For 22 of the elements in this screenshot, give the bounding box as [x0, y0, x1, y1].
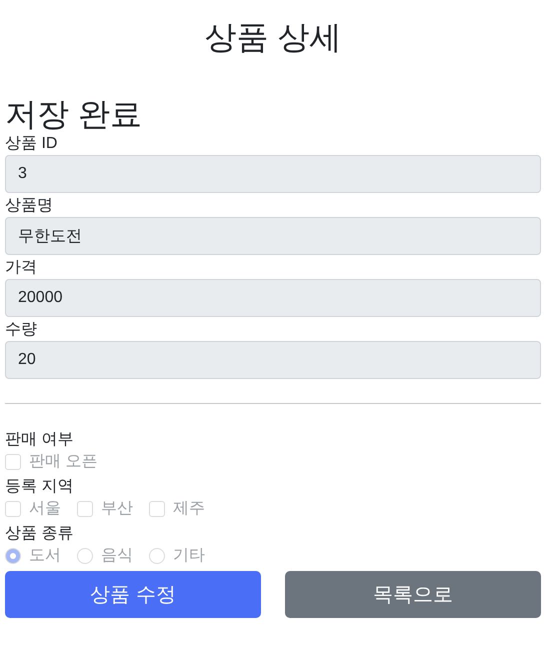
field-label: 가격	[5, 258, 38, 278]
option-label: 도서	[29, 546, 61, 566]
group-label: 등록 지역	[5, 477, 74, 497]
option-label: 서울	[29, 499, 61, 519]
input-field[interactable]: 20000	[5, 279, 541, 317]
input-field[interactable]: 3	[5, 155, 541, 193]
option-label: 기타	[173, 546, 205, 566]
field-label: 상품 ID	[5, 134, 58, 154]
page-title: 상품 상세	[204, 18, 342, 57]
secondary-button[interactable]: 목록으로	[285, 571, 541, 618]
primary-button[interactable]: 상품 수정	[5, 571, 261, 618]
option-label: 판매 오픈	[29, 452, 98, 472]
input-field[interactable]: 무한도전	[5, 217, 541, 255]
group-label: 상품 종류	[5, 524, 74, 544]
status-message: 저장 완료	[5, 95, 143, 133]
input-field[interactable]: 20	[5, 341, 541, 379]
field-label: 수량	[5, 320, 38, 340]
option-label: 음식	[101, 546, 133, 566]
option-label: 부산	[101, 499, 133, 519]
group-label: 판매 여부	[5, 430, 74, 450]
option-label: 제주	[173, 499, 205, 519]
field-label: 상품명	[5, 196, 54, 216]
